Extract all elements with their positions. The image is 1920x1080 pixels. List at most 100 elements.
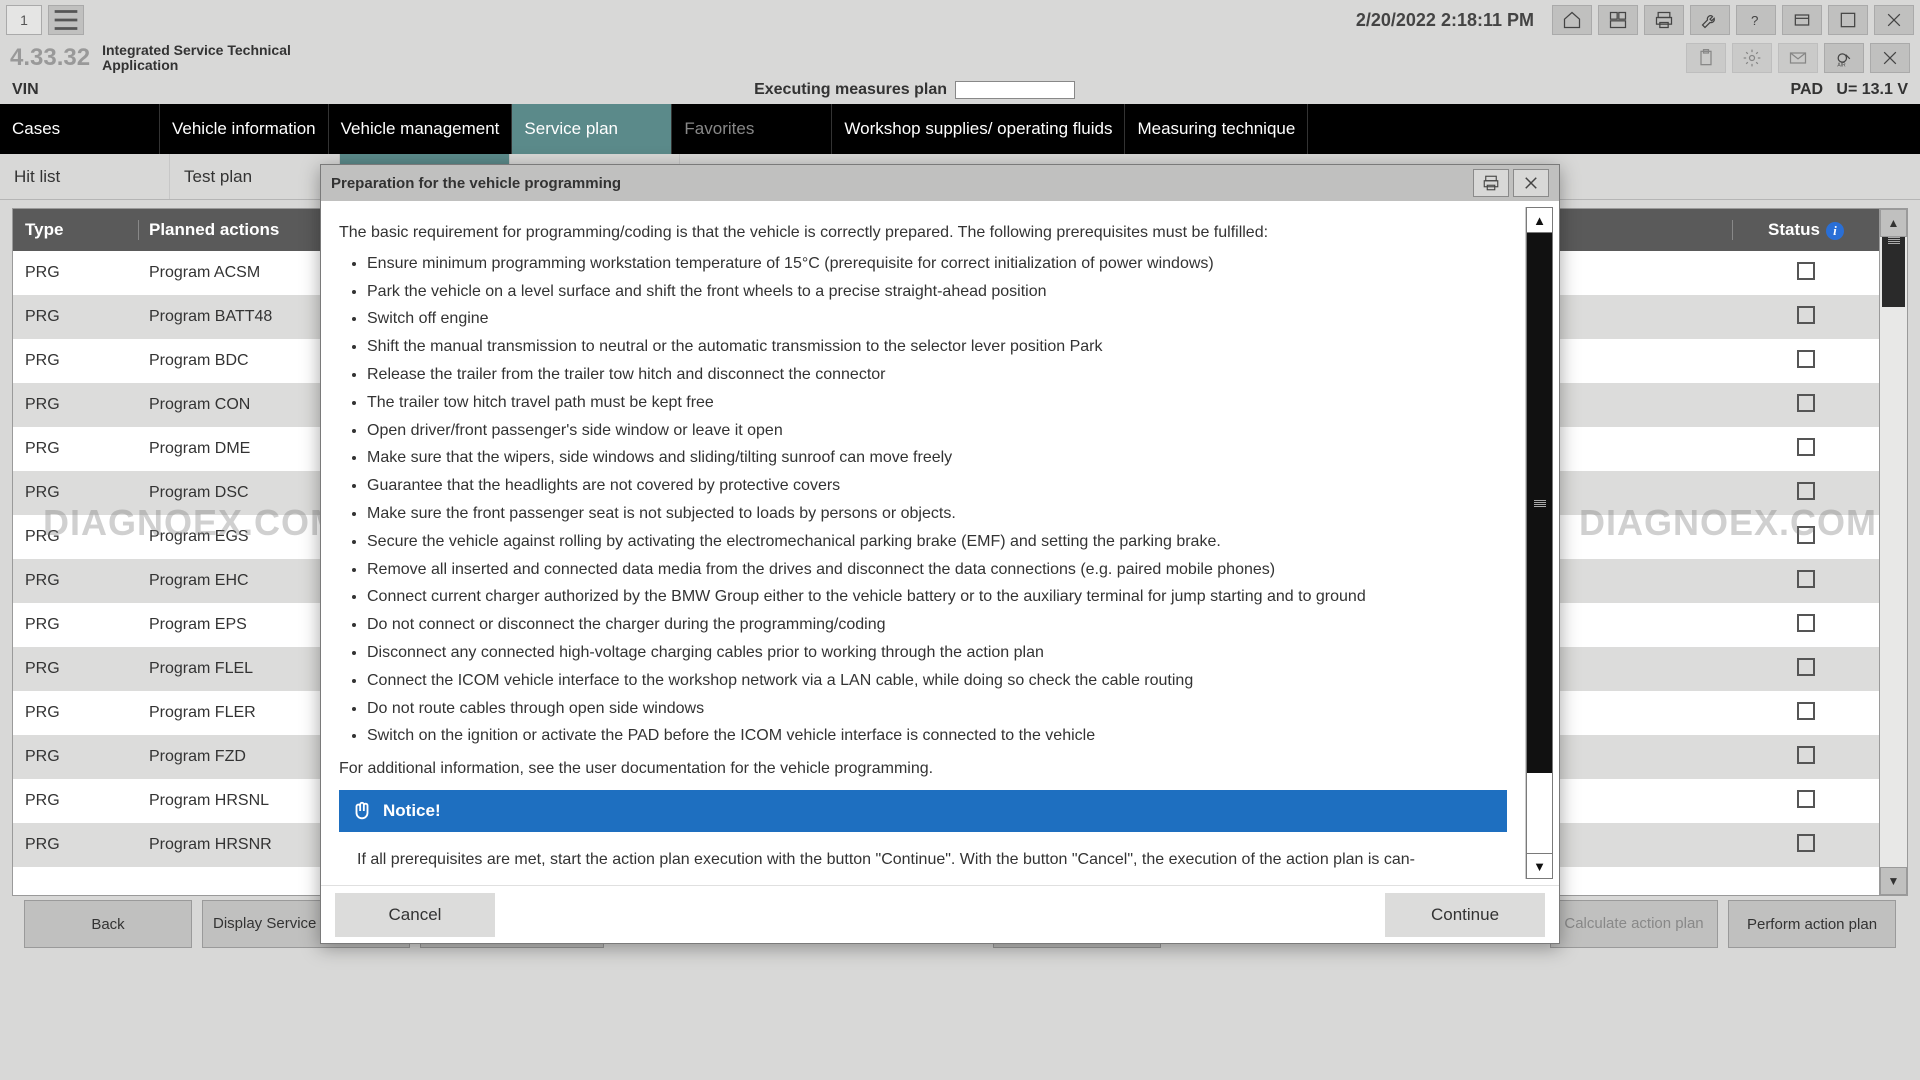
list-item: Make sure that the wipers, side windows … [367, 446, 1507, 471]
cell-status [1733, 834, 1879, 857]
version-label: 4.33.32 [10, 44, 90, 72]
status-indicator-icon [1797, 746, 1815, 764]
cell-status [1733, 614, 1879, 637]
dialog-scroll-down-icon[interactable]: ▼ [1526, 853, 1553, 879]
dialog-titlebar: Preparation for the vehicle programming [321, 165, 1559, 201]
main-tab[interactable]: Favorites [672, 104, 832, 154]
home-icon[interactable] [1552, 5, 1592, 35]
cell-status [1733, 658, 1879, 681]
list-item: Connect the ICOM vehicle interface to th… [367, 669, 1507, 694]
pad-label: PAD [1790, 81, 1823, 98]
main-tab[interactable]: Measuring technique [1125, 104, 1308, 154]
main-tab[interactable]: Service plan [512, 104, 672, 154]
svg-text:AIR: AIR [1837, 62, 1846, 68]
list-item: Guarantee that the headlights are not co… [367, 474, 1507, 499]
layout-icon[interactable] [1598, 5, 1638, 35]
dialog-scrollbar[interactable]: ▲ ▼ [1525, 207, 1553, 879]
dialog-close-icon[interactable] [1513, 169, 1549, 197]
list-item: Open driver/front passenger's side windo… [367, 419, 1507, 444]
status-indicator-icon [1797, 790, 1815, 808]
app-header: 4.33.32 Integrated Service Technical App… [0, 40, 1920, 76]
list-item: Shift the manual transmission to neutral… [367, 335, 1507, 360]
main-tab[interactable]: Vehicle information [160, 104, 329, 154]
status-indicator-icon [1797, 614, 1815, 632]
status-indicator-icon [1797, 438, 1815, 456]
app-name: Integrated Service Technical [102, 43, 291, 58]
main-tab[interactable]: Cases [0, 104, 160, 154]
status-indicator-icon [1797, 526, 1815, 544]
list-item: Park the vehicle on a level surface and … [367, 280, 1507, 305]
scroll-up-icon[interactable]: ▲ [1880, 209, 1907, 237]
cell-status [1733, 482, 1879, 505]
cancel-button[interactable]: Cancel [335, 893, 495, 937]
sub-tab[interactable]: Test plan [170, 154, 340, 199]
dialog-scroll-thumb[interactable] [1527, 233, 1552, 773]
minimize-icon[interactable] [1782, 5, 1822, 35]
dialog-footer: Cancel Continue [321, 885, 1559, 943]
info-icon[interactable]: i [1826, 222, 1844, 240]
air-icon[interactable]: AIR [1824, 43, 1864, 73]
list-item: Do not connect or disconnect the charger… [367, 613, 1507, 638]
status-indicator-icon [1797, 658, 1815, 676]
sub-tab[interactable]: Hit list [0, 154, 170, 199]
list-item: Disconnect any connected high-voltage ch… [367, 641, 1507, 666]
list-icon[interactable] [48, 5, 84, 35]
continue-button[interactable]: Continue [1385, 893, 1545, 937]
help-icon[interactable]: ? [1736, 5, 1776, 35]
cell-type: PRG [13, 396, 139, 414]
col-status: Statusi [1733, 220, 1879, 240]
close-icon[interactable] [1874, 5, 1914, 35]
list-item: Make sure the front passenger seat is no… [367, 502, 1507, 527]
dialog-print-icon[interactable] [1473, 169, 1509, 197]
progress-bar [955, 81, 1075, 99]
notice-body: If all prerequisites are met, start the … [339, 838, 1507, 873]
scroll-down-icon[interactable]: ▼ [1880, 867, 1907, 895]
preparation-dialog: Preparation for the vehicle programming … [320, 164, 1560, 944]
wrench-icon[interactable] [1690, 5, 1730, 35]
gear-icon[interactable] [1732, 43, 1772, 73]
executing-label: Executing measures plan [754, 81, 947, 99]
main-tab[interactable]: Vehicle management [329, 104, 513, 154]
cell-type: PRG [13, 836, 139, 854]
cell-type: PRG [13, 352, 139, 370]
cell-status [1733, 262, 1879, 285]
print-icon[interactable] [1644, 5, 1684, 35]
status-indicator-icon [1797, 262, 1815, 280]
cell-status [1733, 702, 1879, 725]
list-item: Remove all inserted and connected data m… [367, 558, 1507, 583]
session-tab-button[interactable]: 1 [6, 5, 42, 35]
cell-type: PRG [13, 440, 139, 458]
dialog-title: Preparation for the vehicle programming [331, 175, 621, 192]
mail-icon[interactable] [1778, 43, 1818, 73]
cell-type: PRG [13, 616, 139, 634]
svg-text:?: ? [1751, 13, 1758, 28]
maximize-icon[interactable] [1828, 5, 1868, 35]
clipboard-icon[interactable] [1686, 43, 1726, 73]
back-button[interactable]: Back [24, 900, 192, 948]
status-indicator-icon [1797, 834, 1815, 852]
grid-scrollbar[interactable]: ▲ ▼ [1879, 209, 1907, 895]
list-item: Secure the vehicle against rolling by ac… [367, 530, 1507, 555]
dialog-intro: The basic requirement for programming/co… [339, 221, 1507, 246]
scroll-thumb[interactable] [1882, 237, 1905, 307]
list-item: Connect current charger authorized by th… [367, 585, 1507, 610]
cell-type: PRG [13, 264, 139, 282]
voltage-label: U= 13.1 V [1836, 81, 1908, 98]
list-item: Switch on the ignition or activate the P… [367, 724, 1507, 749]
close-secondary-icon[interactable] [1870, 43, 1910, 73]
list-item: Switch off engine [367, 307, 1507, 332]
main-tabs: CasesVehicle informationVehicle manageme… [0, 104, 1920, 154]
status-indicator-icon [1797, 306, 1815, 324]
dialog-content: The basic requirement for programming/co… [321, 201, 1525, 885]
cell-status [1733, 438, 1879, 461]
status-indicator-icon [1797, 350, 1815, 368]
cell-type: PRG [13, 748, 139, 766]
dialog-more-info: For additional information, see the user… [339, 757, 1507, 782]
dialog-scroll-up-icon[interactable]: ▲ [1526, 207, 1553, 233]
list-item: The trailer tow hitch travel path must b… [367, 391, 1507, 416]
hand-icon [351, 800, 373, 822]
main-tab[interactable]: Workshop supplies/ operating fluids [832, 104, 1125, 154]
cell-status [1733, 746, 1879, 769]
perform-plan-button[interactable]: Perform action plan [1728, 900, 1896, 948]
datetime-label: 2/20/2022 2:18:11 PM [1356, 10, 1534, 31]
